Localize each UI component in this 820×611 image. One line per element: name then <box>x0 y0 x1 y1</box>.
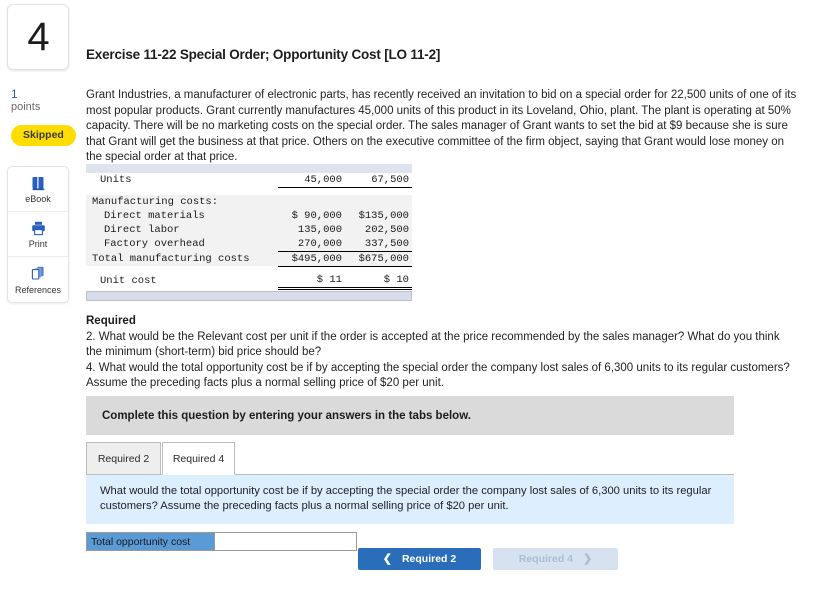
row-col2: 337,500 <box>345 236 412 252</box>
row-label: Manufacturing costs: <box>92 195 219 208</box>
table-row: Factory overhead 270,000 337,500 <box>86 236 412 252</box>
prev-button-label: Required 2 <box>401 553 457 565</box>
references-label: References <box>14 284 62 295</box>
answer-panel: Complete this question by entering your … <box>86 396 734 552</box>
required-item-2: 2. What would be the Relevant cost per u… <box>86 331 780 359</box>
answer-row-label: Total opportunity cost <box>86 532 214 552</box>
print-label: Print <box>28 239 48 249</box>
references-button[interactable]: References <box>8 257 68 302</box>
next-button-label: Required 4 <box>518 553 574 565</box>
row-col1: 45,000 <box>278 173 345 188</box>
table-row: Units 45,000 67,500 <box>86 173 412 188</box>
panel-nav: ❮ Required 2 Required 4 ❯ <box>358 548 618 570</box>
question-page: 4 1 points Skipped eBook Print Reference… <box>0 0 820 611</box>
row-col1: $ 11 <box>278 273 345 290</box>
row-col1 <box>278 195 345 209</box>
tab-strip: Required 2 Required 4 <box>86 442 734 475</box>
tab-question-text: What would the total opportunity cost be… <box>86 475 734 525</box>
print-button[interactable]: Print <box>8 212 68 257</box>
copy-pages-icon <box>30 265 47 283</box>
cost-table: Units 45,000 67,500 Manufacturing costs:… <box>86 173 412 290</box>
printer-icon <box>30 219 47 237</box>
tab-required-4-label: Required 4 <box>172 452 225 465</box>
row-col1: $495,000 <box>278 251 345 267</box>
tab-required-4[interactable]: Required 4 <box>162 442 235 475</box>
exhibit-horizontal-scrollbar[interactable] <box>86 291 412 301</box>
exercise-body: Grant Industries, a manufacturer of elec… <box>86 89 797 164</box>
table-row: Direct materials $ 90,000 $135,000 <box>86 208 412 223</box>
points-label: points <box>11 101 41 113</box>
row-col2: 67,500 <box>345 173 412 188</box>
total-opportunity-cost-input[interactable] <box>214 532 357 552</box>
row-col2: $135,000 <box>358 209 409 222</box>
table-row: Direct labor 135,000 202,500 <box>86 222 412 237</box>
chevron-right-icon: ❯ <box>583 552 593 565</box>
table-spacer <box>86 188 412 195</box>
ebook-label: eBook <box>25 194 51 204</box>
question-number-card: 4 <box>7 4 69 70</box>
tool-card: eBook Print References <box>7 166 69 303</box>
points-block: 1 points <box>11 88 79 114</box>
tab-required-2[interactable]: Required 2 <box>86 442 161 475</box>
table-row: Manufacturing costs: <box>86 194 412 209</box>
row-label: Direct labor <box>104 223 180 236</box>
row-label: Unit cost <box>100 274 157 287</box>
exercise-title: Exercise 11-22 Special Order; Opportunit… <box>86 47 441 62</box>
row-label: Total manufacturing costs <box>92 252 250 265</box>
points-value: 1 <box>11 87 18 101</box>
required-body: 2. What would be the Relevant cost per u… <box>86 330 798 392</box>
row-col1: 270,000 <box>278 236 345 252</box>
row-label: Factory overhead <box>104 237 205 250</box>
panel-banner: Complete this question by entering your … <box>86 396 734 435</box>
left-rail: 4 1 points Skipped eBook Print Reference… <box>0 0 80 611</box>
row-col1: $ 90,000 <box>291 209 342 222</box>
table-row: Unit cost $ 11 $ 10 <box>86 273 412 290</box>
prev-required-2-button[interactable]: ❮ Required 2 <box>358 548 481 570</box>
row-col2 <box>345 195 412 209</box>
book-icon <box>30 174 47 192</box>
answer-row: Total opportunity cost <box>86 532 357 552</box>
table-spacer <box>86 266 412 273</box>
ebook-button[interactable]: eBook <box>8 167 68 212</box>
tab-required-2-label: Required 2 <box>97 452 150 465</box>
row-col2: $ 10 <box>345 273 412 290</box>
question-number: 4 <box>27 15 49 59</box>
required-heading: Required <box>86 315 136 327</box>
table-row: Total manufacturing costs $495,000 $675,… <box>86 251 412 267</box>
next-required-4-button[interactable]: Required 4 ❯ <box>493 548 618 570</box>
status-badge: Skipped <box>11 125 76 146</box>
exhibit-top-bar <box>86 164 412 173</box>
row-col1: 135,000 <box>297 223 342 236</box>
row-label: Direct materials <box>104 209 205 222</box>
chevron-left-icon: ❮ <box>382 552 392 565</box>
required-item-4: 4. What would the total opportunity cost… <box>86 361 790 390</box>
exhibit-panel: Units 45,000 67,500 Manufacturing costs:… <box>86 164 412 301</box>
row-col2: $675,000 <box>345 251 412 267</box>
row-label: Units <box>100 174 132 187</box>
row-col2: 202,500 <box>364 223 409 236</box>
